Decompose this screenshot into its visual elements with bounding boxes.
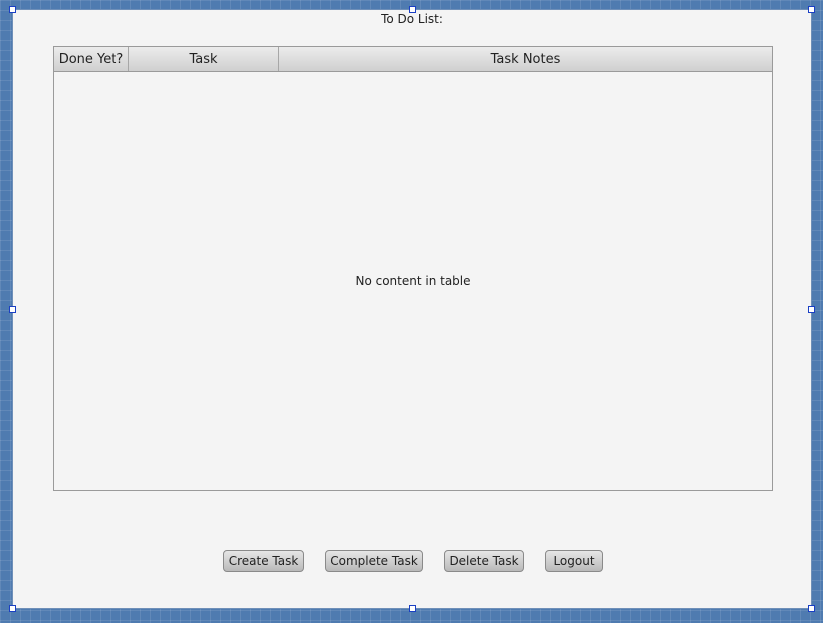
- column-header-done[interactable]: Done Yet?: [54, 47, 129, 71]
- create-task-button[interactable]: Create Task: [223, 550, 304, 572]
- delete-task-button[interactable]: Delete Task: [444, 550, 524, 572]
- page-title: To Do List:: [381, 12, 443, 26]
- column-header-task[interactable]: Task: [129, 47, 279, 71]
- table-empty-message: No content in table: [355, 274, 471, 288]
- resize-handle-bottom-right[interactable]: [808, 605, 815, 612]
- table-header: Done Yet? Task Task Notes: [54, 47, 772, 72]
- resize-handle-left[interactable]: [9, 306, 16, 313]
- resize-handle-bottom-left[interactable]: [9, 605, 16, 612]
- form-panel: To Do List: Done Yet? Task Task Notes No…: [12, 9, 812, 609]
- logout-button[interactable]: Logout: [545, 550, 603, 572]
- complete-task-button[interactable]: Complete Task: [325, 550, 423, 572]
- resize-handle-top[interactable]: [409, 6, 416, 13]
- todo-table[interactable]: Done Yet? Task Task Notes No content in …: [53, 46, 773, 491]
- button-bar: Create Task Complete Task Delete Task Lo…: [13, 550, 811, 572]
- resize-handle-bottom[interactable]: [409, 605, 416, 612]
- resize-handle-top-right[interactable]: [808, 6, 815, 13]
- resize-handle-right[interactable]: [808, 306, 815, 313]
- column-header-task-notes[interactable]: Task Notes: [279, 47, 772, 71]
- resize-handle-top-left[interactable]: [9, 6, 16, 13]
